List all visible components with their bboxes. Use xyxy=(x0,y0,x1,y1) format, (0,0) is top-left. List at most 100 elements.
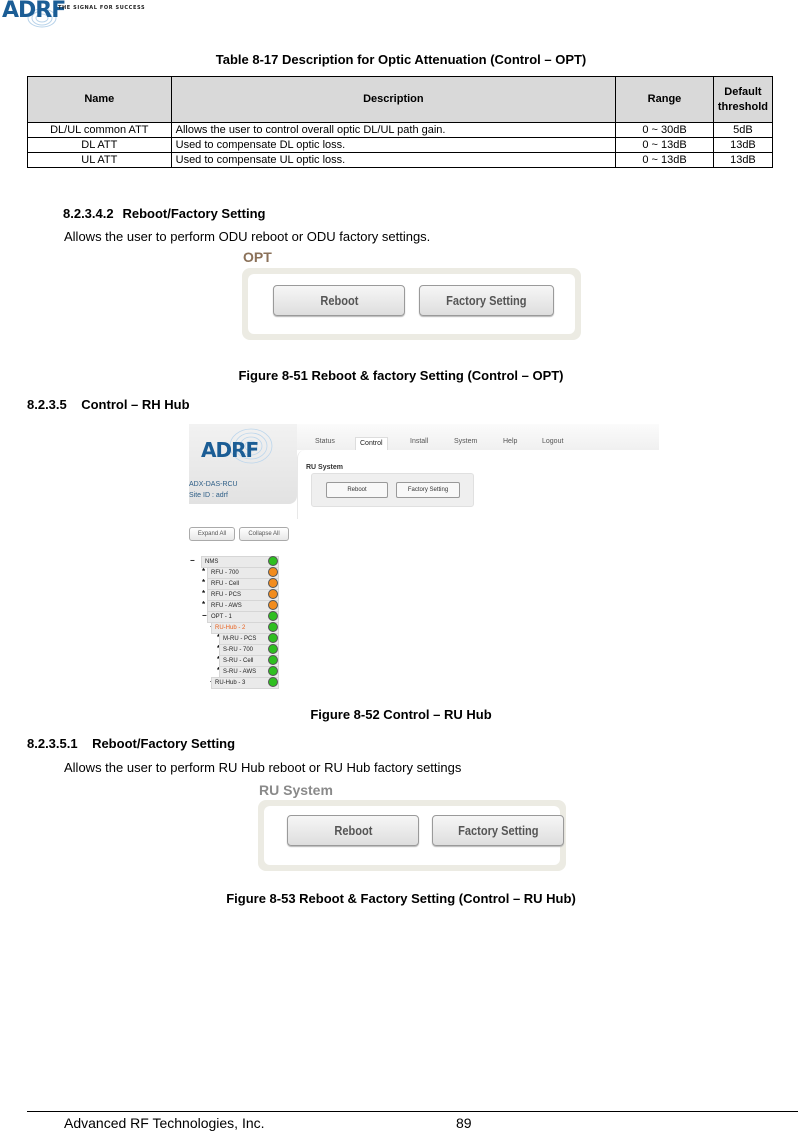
tab-system[interactable]: System xyxy=(454,438,477,445)
ru-system-panel-title: RU System xyxy=(259,782,333,798)
table-row: UL ATT Used to compensate UL optic loss.… xyxy=(27,152,774,168)
tree-node[interactable]: − OPT - 1 xyxy=(189,611,289,623)
factory-setting-button-label: Factory Setting xyxy=(446,293,527,308)
cell-default: 13dB xyxy=(712,137,774,153)
cell-default: 13dB xyxy=(712,152,774,168)
page-number: 89 xyxy=(456,1115,472,1131)
webapp-factory-setting-button[interactable]: Factory Setting xyxy=(396,482,460,498)
ru-system-panel: Reboot Factory Setting xyxy=(311,473,474,507)
leaf-bullet-icon: * xyxy=(202,567,206,576)
tree-node-label: NMS xyxy=(205,559,219,565)
tree-node[interactable]: − NMS xyxy=(189,556,289,568)
column-header-description: Description xyxy=(170,76,617,123)
tree-node[interactable]: −RU-Hub - 2 xyxy=(189,622,289,634)
opt-panel-title: OPT xyxy=(243,249,272,265)
cell-default: 5dB xyxy=(712,122,774,138)
status-led-icon xyxy=(268,644,278,654)
footer-divider xyxy=(27,1111,798,1112)
status-led-icon xyxy=(268,589,278,599)
ruhub-factory-setting-button[interactable]: Factory Setting xyxy=(432,815,564,846)
tree-node-label: S-RU - AWS xyxy=(223,669,257,675)
company-logo: ADRF THE SIGNAL FOR SUCCESS xyxy=(0,0,200,34)
ru-hub-button-panel: Reboot Factory Setting xyxy=(258,800,566,871)
tree-node-label: RFU - AWS xyxy=(211,603,242,609)
tree-node[interactable]: * RFU - Cell xyxy=(189,578,289,590)
tab-status[interactable]: Status xyxy=(315,438,335,445)
tree-node[interactable]: * RFU - 700 xyxy=(189,567,289,579)
cell-description: Allows the user to control overall optic… xyxy=(170,122,617,138)
figure-caption-8-52: Figure 8-52 Control – RU Hub xyxy=(310,707,492,722)
section-number: 8.2.3.4.2 xyxy=(63,206,114,221)
column-header-default: Default threshold xyxy=(712,76,774,123)
webapp-content: RU System Reboot Factory Setting xyxy=(297,450,660,519)
section-heading-rh-hub: 8.2.3.5 Control – RH Hub xyxy=(27,397,190,412)
tree-node[interactable]: *S-RU - 700 xyxy=(189,644,289,656)
cell-range: 0 ~ 30dB xyxy=(615,122,714,138)
cell-description: Used to compensate DL optic loss. xyxy=(170,137,617,153)
tree-node[interactable]: *S-RU - Cell xyxy=(189,655,289,667)
device-model: ADX-DAS-RCU xyxy=(189,481,238,488)
tab-logout[interactable]: Logout xyxy=(542,438,563,445)
cell-name: UL ATT xyxy=(27,152,172,168)
section-number: 8.2.3.5.1 xyxy=(27,736,78,751)
tree-node-label: RFU - PCS xyxy=(211,592,241,598)
optic-attenuation-table: Name Description Range Default threshold… xyxy=(27,76,774,168)
webapp-reboot-button[interactable]: Reboot xyxy=(326,482,388,498)
opt-reboot-button[interactable]: Reboot xyxy=(273,285,405,316)
logo-tagline: THE SIGNAL FOR SUCCESS xyxy=(58,5,146,11)
tree-node[interactable]: +RU-Hub - 3 xyxy=(189,677,289,689)
tree-node[interactable]: *S-RU - AWS xyxy=(189,666,289,678)
tree-node-label: S-RU - Cell xyxy=(223,658,254,664)
cell-name: DL/UL common ATT xyxy=(27,122,172,138)
expand-all-button[interactable]: Expand All xyxy=(189,527,235,541)
collapse-icon[interactable]: − xyxy=(190,556,195,566)
ruhub-reboot-button[interactable]: Reboot xyxy=(287,815,419,846)
webapp-logo: ADRF xyxy=(201,438,259,462)
collapse-all-button[interactable]: Collapse All xyxy=(239,527,289,541)
collapse-icon[interactable]: − xyxy=(202,611,207,621)
status-led-icon xyxy=(268,600,278,610)
tree-node-label: S-RU - 700 xyxy=(223,647,254,653)
opt-factory-setting-button[interactable]: Factory Setting xyxy=(419,285,554,316)
status-led-icon xyxy=(268,622,278,632)
status-led-icon xyxy=(268,611,278,621)
logo-text: ADRF xyxy=(2,0,66,23)
leaf-bullet-icon: * xyxy=(202,600,206,609)
table-header-row: Name Description Range Default threshold xyxy=(27,76,774,123)
tree-node-label: RFU - Cell xyxy=(211,581,239,587)
section-number: 8.2.3.5 xyxy=(27,397,67,412)
table-caption: Table 8-17 Description for Optic Attenua… xyxy=(215,52,587,67)
tab-help[interactable]: Help xyxy=(503,438,517,445)
figure-caption-8-53: Figure 8-53 Reboot & Factory Setting (Co… xyxy=(226,891,576,906)
section-title: Control – RH Hub xyxy=(81,397,190,412)
column-header-range: Range xyxy=(615,76,714,123)
tree-node[interactable]: *M-RU - PCS xyxy=(189,633,289,645)
table-row: DL ATT Used to compensate DL optic loss.… xyxy=(27,137,774,153)
tree-node-label: M-RU - PCS xyxy=(223,636,257,642)
tree-node[interactable]: * RFU - PCS xyxy=(189,589,289,601)
tab-control[interactable]: Control xyxy=(355,437,388,450)
cell-range: 0 ~ 13dB xyxy=(615,137,714,153)
cell-name: DL ATT xyxy=(27,137,172,153)
cell-range: 0 ~ 13dB xyxy=(615,152,714,168)
cell-description: Used to compensate UL optic loss. xyxy=(170,152,617,168)
tree-node[interactable]: * RFU - AWS xyxy=(189,600,289,612)
site-id: Site ID : adrf xyxy=(189,492,228,499)
section-title: Reboot/Factory Setting xyxy=(122,206,266,221)
figure-caption-8-51: Figure 8-51 Reboot & factory Setting (Co… xyxy=(238,368,564,383)
opt-button-panel: Reboot Factory Setting xyxy=(242,268,581,340)
status-led-icon xyxy=(268,633,278,643)
footer-company: Advanced RF Technologies, Inc. xyxy=(64,1115,265,1131)
section-heading-opt-reboot: 8.2.3.4.2 Reboot/Factory Setting xyxy=(63,206,265,221)
tree-node-label: RU-Hub - 3 xyxy=(215,680,246,686)
ru-system-title: RU System xyxy=(306,464,343,471)
section-body: Allows the user to perform RU Hub reboot… xyxy=(64,760,462,775)
section-body: Allows the user to perform ODU reboot or… xyxy=(64,229,431,244)
ru-hub-webapp-screenshot: ADRF ADX-DAS-RCU Site ID : adrf Status C… xyxy=(189,424,660,519)
section-heading-ruhub-reboot: 8.2.3.5.1 Reboot/Factory Setting xyxy=(27,736,235,751)
webapp-nav-bar: Status Control Install System Help Logou… xyxy=(297,424,659,450)
reboot-button-label: Reboot xyxy=(333,823,373,838)
leaf-bullet-icon: * xyxy=(202,578,206,587)
table-row: DL/UL common ATT Allows the user to cont… xyxy=(27,122,774,138)
tab-install[interactable]: Install xyxy=(410,438,428,445)
